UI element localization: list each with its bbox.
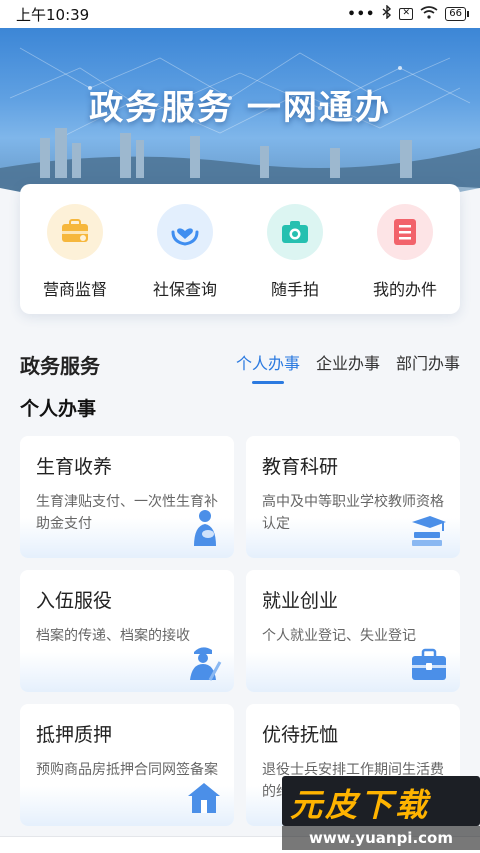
watermark-logo: 元皮下载 www.yuanpi.com bbox=[282, 776, 480, 853]
quick-item-my-cases[interactable]: 我的办件 bbox=[355, 204, 455, 314]
tab-personal[interactable]: 个人办事 bbox=[236, 350, 300, 384]
service-name: 教育科研 bbox=[262, 456, 339, 478]
quick-item-business-supervision[interactable]: 营商监督 bbox=[25, 204, 125, 314]
service-card-education[interactable]: 教育科研 高中及中等职业学校教师资格认定 bbox=[246, 436, 460, 558]
wifi-icon bbox=[420, 5, 438, 23]
house-icon bbox=[186, 780, 222, 820]
watermark-brand: 元皮下载 bbox=[290, 786, 431, 824]
service-name: 优待抚恤 bbox=[262, 724, 339, 746]
tab-department[interactable]: 部门办事 bbox=[396, 350, 460, 378]
section-header: 政务服务 个人办事 企业办事 部门办事 bbox=[20, 346, 460, 384]
status-icons: ••• ✕ 66 bbox=[347, 4, 469, 23]
service-tabs: 个人办事 企业办事 部门办事 bbox=[236, 350, 460, 384]
heart-hand-icon bbox=[157, 204, 213, 260]
watermark-url: www.yuanpi.com bbox=[282, 826, 480, 850]
soldier-icon bbox=[186, 644, 222, 686]
mother-icon bbox=[188, 508, 222, 552]
more-dots-icon: ••• bbox=[347, 6, 376, 22]
watermark-badge: 元皮下载 bbox=[282, 776, 480, 826]
battery-icon: 66 bbox=[445, 7, 469, 21]
quick-item-snap-report[interactable]: 随手拍 bbox=[245, 204, 345, 314]
status-bar: 上午10:39 ••• ✕ 66 bbox=[0, 0, 480, 28]
tab-enterprise[interactable]: 企业办事 bbox=[316, 350, 380, 378]
quick-item-label: 随手拍 bbox=[270, 280, 319, 299]
section-title: 政务服务 bbox=[20, 353, 100, 378]
service-card-military-service[interactable]: 入伍服役 档案的传递、档案的接收 bbox=[20, 570, 234, 692]
camera-icon bbox=[267, 204, 323, 260]
status-time: 上午10:39 bbox=[16, 5, 90, 24]
service-desc: 个人就业登记、失业登记 bbox=[262, 628, 416, 644]
service-grid: 生育收养 生育津贴支付、一次性生育补助金支付 教育科研 高中及中等职业学校教师资… bbox=[20, 436, 460, 826]
service-name: 抵押质押 bbox=[36, 724, 113, 746]
service-card-mortgage[interactable]: 抵押质押 预购商品房抵押合同网签备案 bbox=[20, 704, 234, 826]
suitcase-icon bbox=[410, 648, 448, 686]
list-icon bbox=[377, 204, 433, 260]
sim-off-icon: ✕ bbox=[399, 8, 414, 20]
service-name: 生育收养 bbox=[36, 456, 113, 478]
service-name: 就业创业 bbox=[262, 590, 339, 612]
quick-actions-card: 营商监督 社保查询 随手拍 我的办件 bbox=[20, 184, 460, 314]
service-name: 入伍服役 bbox=[36, 590, 113, 612]
bluetooth-icon bbox=[382, 4, 392, 23]
banner-title: 政务服务 一网通办 bbox=[89, 88, 391, 128]
quick-item-label: 社保查询 bbox=[152, 280, 217, 299]
service-card-employment[interactable]: 就业创业 个人就业登记、失业登记 bbox=[246, 570, 460, 692]
quick-item-label: 营商监督 bbox=[42, 280, 107, 299]
quick-item-social-security[interactable]: 社保查询 bbox=[135, 204, 235, 314]
quick-item-label: 我的办件 bbox=[372, 280, 437, 299]
briefcase-icon bbox=[47, 204, 103, 260]
graduation-cap-icon bbox=[408, 514, 448, 552]
sub-title: 个人办事 bbox=[20, 394, 96, 423]
service-card-birth-adoption[interactable]: 生育收养 生育津贴支付、一次性生育补助金支付 bbox=[20, 436, 234, 558]
service-desc: 预购商品房抵押合同网签备案 bbox=[36, 762, 218, 778]
